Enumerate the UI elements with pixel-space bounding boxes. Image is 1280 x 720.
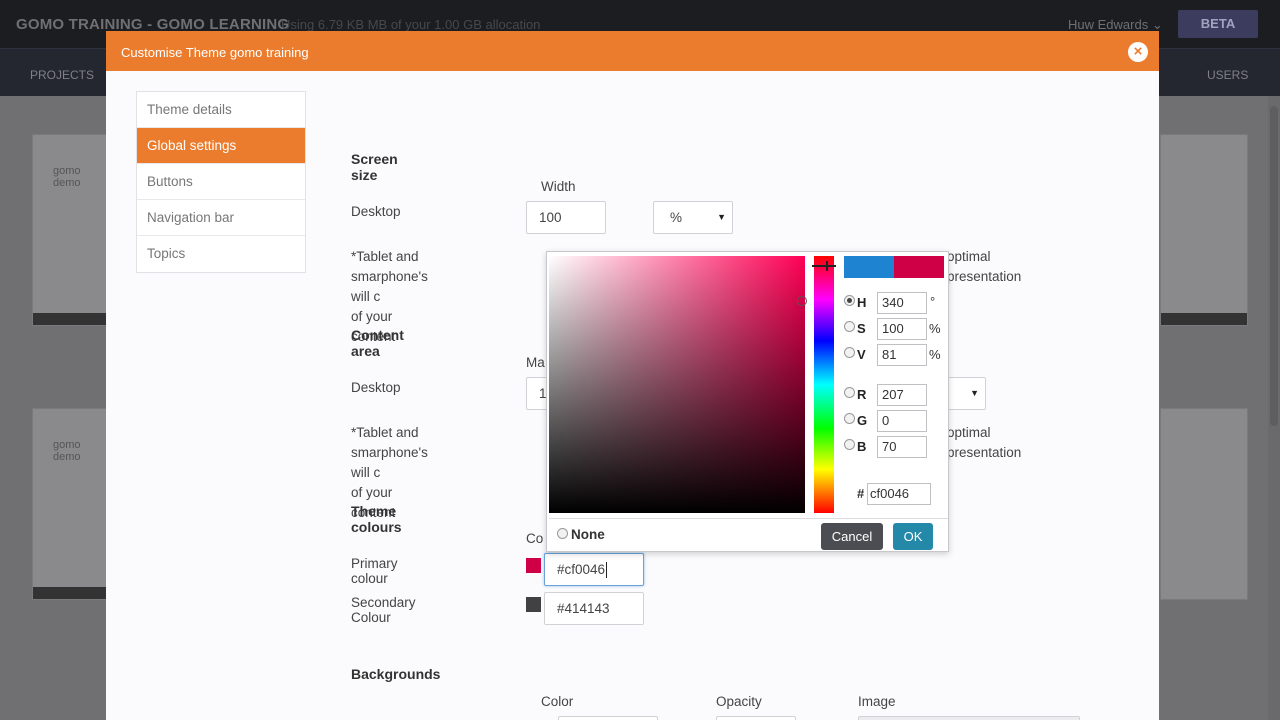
text-cursor [606,562,608,579]
new-color-preview [844,256,894,278]
green-input[interactable]: 0 [877,410,927,432]
max-column-label: Ma [526,355,545,370]
secondary-colour-label: Secondary Colour [351,595,416,625]
cancel-button[interactable]: Cancel [821,523,883,550]
settings-sidebar: Theme details Global settings Buttons Na… [136,91,306,273]
content-desktop-label: Desktop [351,380,401,395]
g-label: G [857,413,868,428]
b-mode-radio[interactable] [844,439,855,450]
storage-usage: Using 6.79 KB MB of your 1.00 GB allocat… [281,17,541,32]
sidebar-item-navigation-bar[interactable]: Navigation bar [137,200,305,236]
section-heading-content-area: Content area [351,327,404,359]
close-icon[interactable]: × [1128,42,1148,62]
note-text: *Tablet and smarphone's will c [351,425,428,480]
primary-colour-input[interactable]: #cf0046 [544,553,644,586]
value-input[interactable]: 81 [877,344,927,366]
sv-marker[interactable] [797,296,807,306]
thumbnail-footer [1161,313,1247,325]
section-heading-theme-colours: Theme colours [351,503,402,535]
g-mode-radio[interactable] [844,413,855,424]
nav-projects[interactable]: PROJECTS [30,68,94,82]
project-thumbnail[interactable]: gomo demo [32,408,108,600]
hex-input[interactable]: cf0046 [867,483,931,505]
width-column-label: Width [541,179,576,194]
percent-unit: % [929,321,941,336]
s-mode-radio[interactable] [844,321,855,332]
modal-header: Customise Theme gomo training × [106,31,1159,71]
note-text: *Tablet and smarphone's will c [351,249,428,304]
sidebar-item-global-settings[interactable]: Global settings [137,128,305,164]
user-name: Huw Edwards [1068,17,1149,32]
sidebar-item-topics[interactable]: Topics [137,236,305,272]
saturation-input[interactable]: 100 [877,318,927,340]
degree-unit: ° [930,294,936,309]
h-mode-radio[interactable] [844,295,855,306]
width-unit-value: % [670,210,683,225]
project-thumbnail[interactable] [1160,134,1248,326]
none-radio[interactable] [557,528,568,539]
hue-slider-handle[interactable] [812,261,840,271]
beta-button[interactable]: BETA [1178,10,1258,38]
nav-users[interactable]: USERS [1207,68,1248,82]
customise-theme-modal: Customise Theme gomo training × Theme de… [106,31,1159,720]
red-input[interactable]: 207 [877,384,927,406]
desktop-label: Desktop [351,204,401,219]
bg-opacity-label: Opacity [716,694,762,709]
thumbnail-title: gomo demo [53,165,81,189]
picker-divider [549,518,948,519]
scrollbar-thumb[interactable] [1270,106,1278,426]
sidebar-item-theme-details[interactable]: Theme details [137,92,305,128]
width-unit-select[interactable]: % ▼ [653,201,733,234]
secondary-colour-input[interactable]: #414143 [544,592,644,625]
bg-color-input[interactable] [558,716,658,720]
bg-image-input[interactable] [858,716,1080,720]
r-mode-radio[interactable] [844,387,855,398]
s-label: S [857,321,866,336]
screen-size-note-tail: optimal presentation [947,249,1022,284]
hex-prefix: # [857,486,865,501]
h-label: H [857,295,867,310]
hue-slider[interactable] [814,256,834,513]
blue-input[interactable]: 70 [877,436,927,458]
current-color-preview [894,256,944,278]
thumbnail-title: gomo demo [53,439,81,463]
primary-colour-value: #cf0046 [557,562,606,577]
primary-colour-label: Primary colour [351,556,398,586]
saturation-value-field[interactable] [549,256,805,513]
ok-button[interactable]: OK [893,523,933,550]
caret-down-icon: ▼ [970,388,979,398]
primary-colour-swatch[interactable] [526,558,541,573]
hue-input[interactable]: 340 [877,292,927,314]
color-picker-popup: H 340 ° S 100 % V 81 % R 207 G 0 B 70 # … [546,251,949,552]
modal-title: Customise Theme gomo training [121,45,309,60]
bg-color-label: Color [541,694,574,709]
r-label: R [857,387,867,402]
bg-image-label: Image [858,694,896,709]
project-thumbnail[interactable]: gomo demo [32,134,108,326]
v-mode-radio[interactable] [844,347,855,358]
percent-unit: % [929,347,941,362]
secondary-colour-swatch[interactable] [526,597,541,612]
project-thumbnail[interactable] [1160,408,1248,600]
none-label: None [571,527,605,542]
chevron-down-icon: ⌄ [1151,17,1163,32]
section-heading-backgrounds: Backgrounds [351,666,441,682]
screen-width-input[interactable]: 100 [526,201,606,234]
content-area-note-tail: optimal presentation [947,425,1022,460]
thumbnail-footer [33,587,107,599]
caret-down-icon: ▼ [717,212,726,222]
sidebar-item-buttons[interactable]: Buttons [137,164,305,200]
page-scrollbar[interactable] [1268,96,1280,720]
v-label: V [857,347,866,362]
colour-column-label: Co [526,531,544,546]
b-label: B [857,439,867,454]
thumbnail-footer [33,313,107,325]
content-unit-select[interactable]: ▼ [944,377,986,410]
section-heading-screen-size: Screen size [351,151,398,183]
bg-opacity-input[interactable] [716,716,796,720]
